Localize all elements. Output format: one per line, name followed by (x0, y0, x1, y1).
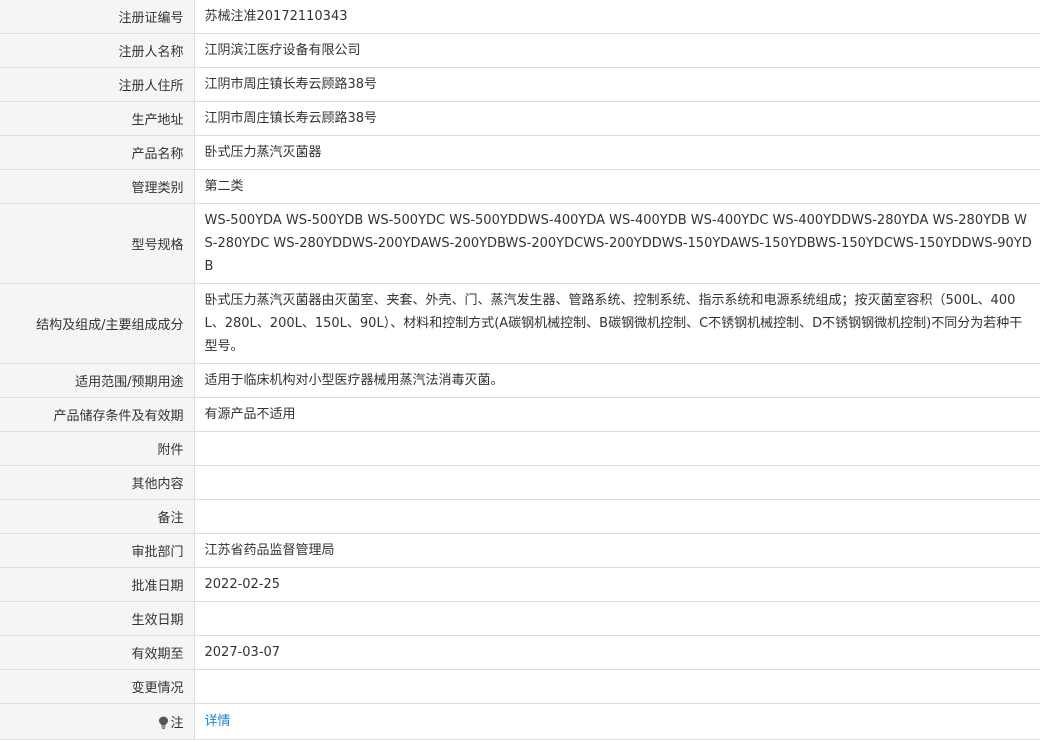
row-approval-department: 审批部门 江苏省药品监督管理局 (0, 533, 1040, 568)
row-production-address: 生产地址 江阴市周庄镇长寿云顾路38号 (0, 101, 1040, 136)
note-value-cell: 详情 (194, 703, 1040, 740)
row-registrant-name: 注册人名称 江阴滨江医疗设备有限公司 (0, 33, 1040, 68)
row-label: 生效日期 (0, 601, 195, 636)
row-model-spec: 型号规格 WS-500YDA WS-500YDB WS-500YDC WS-50… (0, 203, 1040, 284)
row-label: 附件 (0, 431, 195, 466)
row-value: 卧式压力蒸汽灭菌器由灭菌室、夹套、外壳、门、蒸汽发生器、管路系统、控制系统、指示… (194, 283, 1040, 364)
row-structure-composition: 结构及组成/主要组成成分 卧式压力蒸汽灭菌器由灭菌室、夹套、外壳、门、蒸汽发生器… (0, 283, 1040, 364)
row-value: WS-500YDA WS-500YDB WS-500YDC WS-500YDDW… (194, 203, 1040, 284)
row-value: 苏械注准20172110343 (194, 0, 1040, 34)
row-value (194, 669, 1040, 704)
row-label: 注册证编号 (0, 0, 195, 34)
lightbulb-icon (159, 716, 169, 729)
row-attachments: 附件 (0, 431, 1040, 466)
row-label: 批准日期 (0, 567, 195, 602)
row-value: 2022-02-25 (194, 567, 1040, 602)
row-value: 江苏省药品监督管理局 (194, 533, 1040, 568)
registration-detail-table: 注册证编号 苏械注准20172110343 注册人名称 江阴滨江医疗设备有限公司… (0, 0, 1040, 740)
row-value: 江阴市周庄镇长寿云顾路38号 (194, 67, 1040, 102)
row-value: 卧式压力蒸汽灭菌器 (194, 135, 1040, 170)
details-link[interactable]: 详情 (205, 714, 231, 729)
row-registrant-address: 注册人住所 江阴市周庄镇长寿云顾路38号 (0, 67, 1040, 102)
row-label: 型号规格 (0, 203, 195, 284)
row-change-history: 变更情况 (0, 669, 1040, 704)
row-value: 第二类 (194, 169, 1040, 204)
row-value: 有源产品不适用 (194, 397, 1040, 432)
row-valid-until: 有效期至 2027-03-07 (0, 635, 1040, 670)
row-registration-number: 注册证编号 苏械注准20172110343 (0, 0, 1040, 34)
row-label: 产品储存条件及有效期 (0, 397, 195, 432)
note-label-cell: 注 (0, 703, 195, 740)
row-label: 结构及组成/主要组成成分 (0, 283, 195, 364)
row-value (194, 499, 1040, 534)
row-label: 生产地址 (0, 101, 195, 136)
row-label: 适用范围/预期用途 (0, 363, 195, 398)
row-value (194, 601, 1040, 636)
row-label: 注册人名称 (0, 33, 195, 68)
row-label: 产品名称 (0, 135, 195, 170)
row-label: 审批部门 (0, 533, 195, 568)
row-note: 注 详情 (0, 703, 1040, 740)
row-label: 变更情况 (0, 669, 195, 704)
row-management-class: 管理类别 第二类 (0, 169, 1040, 204)
row-value: 江阴市周庄镇长寿云顾路38号 (194, 101, 1040, 136)
row-label: 其他内容 (0, 465, 195, 500)
row-value: 适用于临床机构对小型医疗器械用蒸汽法消毒灭菌。 (194, 363, 1040, 398)
row-label: 有效期至 (0, 635, 195, 670)
row-product-name: 产品名称 卧式压力蒸汽灭菌器 (0, 135, 1040, 170)
row-effective-date: 生效日期 (0, 601, 1040, 636)
row-label: 管理类别 (0, 169, 195, 204)
row-value: 2027-03-07 (194, 635, 1040, 670)
row-intended-use: 适用范围/预期用途 适用于临床机构对小型医疗器械用蒸汽法消毒灭菌。 (0, 363, 1040, 398)
row-other-content: 其他内容 (0, 465, 1040, 500)
row-label: 备注 (0, 499, 195, 534)
row-storage-validity: 产品储存条件及有效期 有源产品不适用 (0, 397, 1040, 432)
row-value (194, 465, 1040, 500)
row-approval-date: 批准日期 2022-02-25 (0, 567, 1040, 602)
note-label: 注 (170, 716, 184, 731)
row-label: 注册人住所 (0, 67, 195, 102)
row-remarks: 备注 (0, 499, 1040, 534)
row-value (194, 431, 1040, 466)
row-value: 江阴滨江医疗设备有限公司 (194, 33, 1040, 68)
